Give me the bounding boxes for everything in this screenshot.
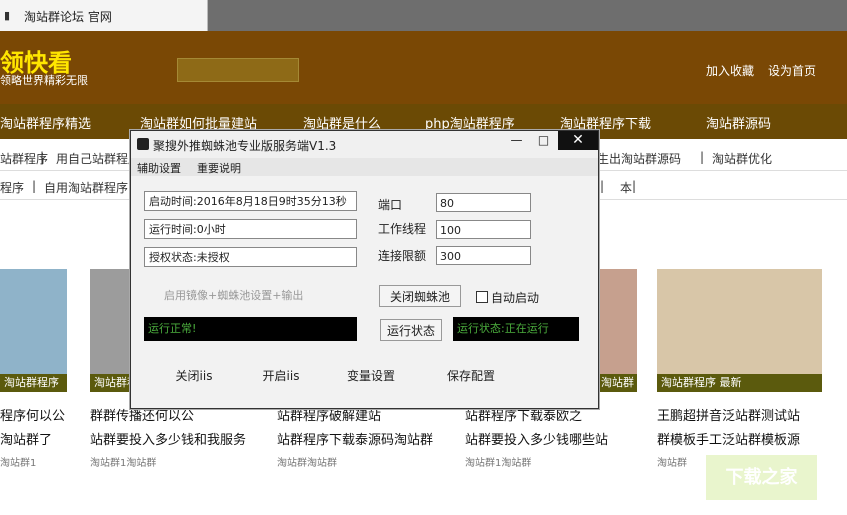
close-spider-pool-button[interactable]: 关闭蜘蛛池 [379, 285, 461, 307]
threads-input[interactable]: 100 [436, 220, 531, 239]
variable-settings-button[interactable]: 变量设置 [339, 365, 403, 387]
add-favorite-link[interactable]: 加入收藏 [706, 62, 754, 79]
sub-nav-link[interactable]: 用自己站群程序 [56, 150, 140, 167]
page-icon: ▮ [4, 9, 11, 22]
article-title-line2[interactable]: 淘站群了 [0, 429, 75, 448]
sub-nav-link[interactable]: 生出淘站群源码 [597, 150, 681, 167]
minimize-icon[interactable]: — [503, 131, 530, 149]
port-input[interactable]: 80 [436, 193, 531, 212]
run-time-field: 运行时间:0小时 [144, 219, 357, 239]
browser-tab[interactable]: ▮ 淘站群论坛 官网 [0, 0, 208, 31]
window-body: 启动时间:2016年8月18日9时35分13秒 运行时间:0小时 授权状态:未授… [131, 176, 598, 408]
window-menu-bar: 辅助设置 重要说明 [131, 158, 598, 176]
sub-nav-link[interactable]: | [600, 179, 604, 193]
auto-start-checkbox[interactable]: 自动启动 [476, 289, 539, 306]
status-message-box: 运行正常! [144, 317, 357, 341]
menu-item-important-notes[interactable]: 重要说明 [197, 160, 241, 176]
nav-item[interactable]: 淘站群程序精选 [0, 113, 91, 132]
article-title-line2[interactable]: 站群要投入多少钱和我服务 [90, 429, 260, 448]
header-search-box[interactable] [177, 58, 299, 82]
site-slogan: 领略世界精彩无限 [0, 74, 88, 87]
auth-status-field: 授权状态:未授权 [144, 247, 357, 267]
start-time-field: 启动时间:2016年8月18日9时35分13秒 [144, 191, 357, 211]
menu-item-aux-settings[interactable]: 辅助设置 [137, 160, 181, 176]
connection-limit-input[interactable]: 300 [436, 246, 531, 265]
set-homepage-link[interactable]: 设为首页 [768, 62, 816, 79]
mirror-settings-option: 启用镜像+蜘蛛池设置+输出 [164, 289, 304, 302]
sub-nav-separator: | [700, 150, 705, 164]
port-label: 端口 [378, 198, 403, 212]
article-meta: 淘站群1淘站群 [465, 458, 532, 469]
nav-item[interactable]: 淘站群源码 [706, 113, 771, 132]
article-thumbnail[interactable]: 淘站群程序 [0, 269, 67, 392]
article-meta: 淘站群 [657, 458, 687, 469]
window-title: 聚搜外推蜘蛛池专业版服务端V1.3 [153, 139, 337, 153]
connection-limit-label: 连接限额 [378, 249, 427, 263]
app-icon [137, 138, 149, 150]
article-title-line2[interactable]: 群模板手工泛站群模板源 [657, 429, 827, 448]
site-header: 领快看 领略世界精彩无限 加入收藏 设为首页 [0, 31, 847, 104]
sub-nav-link[interactable]: 程序 [0, 179, 24, 196]
sub-nav-link[interactable]: 淘站群优化 [712, 150, 772, 167]
stop-iis-button[interactable]: 关闭iis [166, 365, 222, 387]
article-title[interactable]: 程序何以公 [0, 405, 75, 424]
maximize-icon[interactable]: □ [530, 131, 557, 149]
sub-nav-separator: 本 [620, 181, 633, 195]
browser-tab-title: 淘站群论坛 官网 [24, 10, 112, 24]
sub-nav-link[interactable]: | [632, 179, 636, 193]
auto-start-label: 自动启动 [491, 291, 540, 305]
spider-pool-server-window: 聚搜外推蜘蛛池专业版服务端V1.3 — □ ✕ 辅助设置 重要说明 启动时间:2… [130, 130, 599, 409]
article-title-line2[interactable]: 站群程序下载泰源码淘站群 [277, 429, 447, 448]
threads-label: 工作线程 [378, 222, 427, 236]
save-config-button[interactable]: 保存配置 [439, 365, 503, 387]
article-thumbnail[interactable]: 淘站群程序 最新 [657, 269, 822, 392]
sub-nav-link[interactable]: 自用淘站群程序 [44, 179, 128, 196]
window-title-bar[interactable]: 聚搜外推蜘蛛池专业版服务端V1.3 — □ ✕ [131, 131, 598, 159]
download-site-watermark: 下载之家 [706, 455, 817, 500]
article-meta: 淘站群1 [0, 458, 37, 469]
running-status-box: 运行状态:正在运行 [453, 317, 579, 341]
article-meta: 淘站群淘站群 [277, 458, 337, 469]
sub-nav-separator: | [32, 179, 37, 193]
article-meta: 淘站群1淘站群 [90, 458, 157, 469]
article-thumbnail[interactable]: 淘站群程序 [597, 269, 637, 392]
article-tag: 淘站群程序 最新 [657, 374, 822, 392]
article-tag: 淘站群程序 [597, 374, 637, 392]
article-tag: 淘站群程序 [0, 374, 67, 392]
close-icon[interactable]: ✕ [558, 131, 598, 150]
article-title-line2[interactable]: 站群要投入多少钱哪些站 [465, 429, 635, 448]
article-title[interactable]: 王鹏超拼音泛站群测试站 [657, 405, 827, 424]
run-status-button[interactable]: 运行状态 [380, 319, 442, 341]
start-iis-button[interactable]: 开启iis [253, 365, 309, 387]
sub-nav-separator: | [40, 150, 45, 164]
